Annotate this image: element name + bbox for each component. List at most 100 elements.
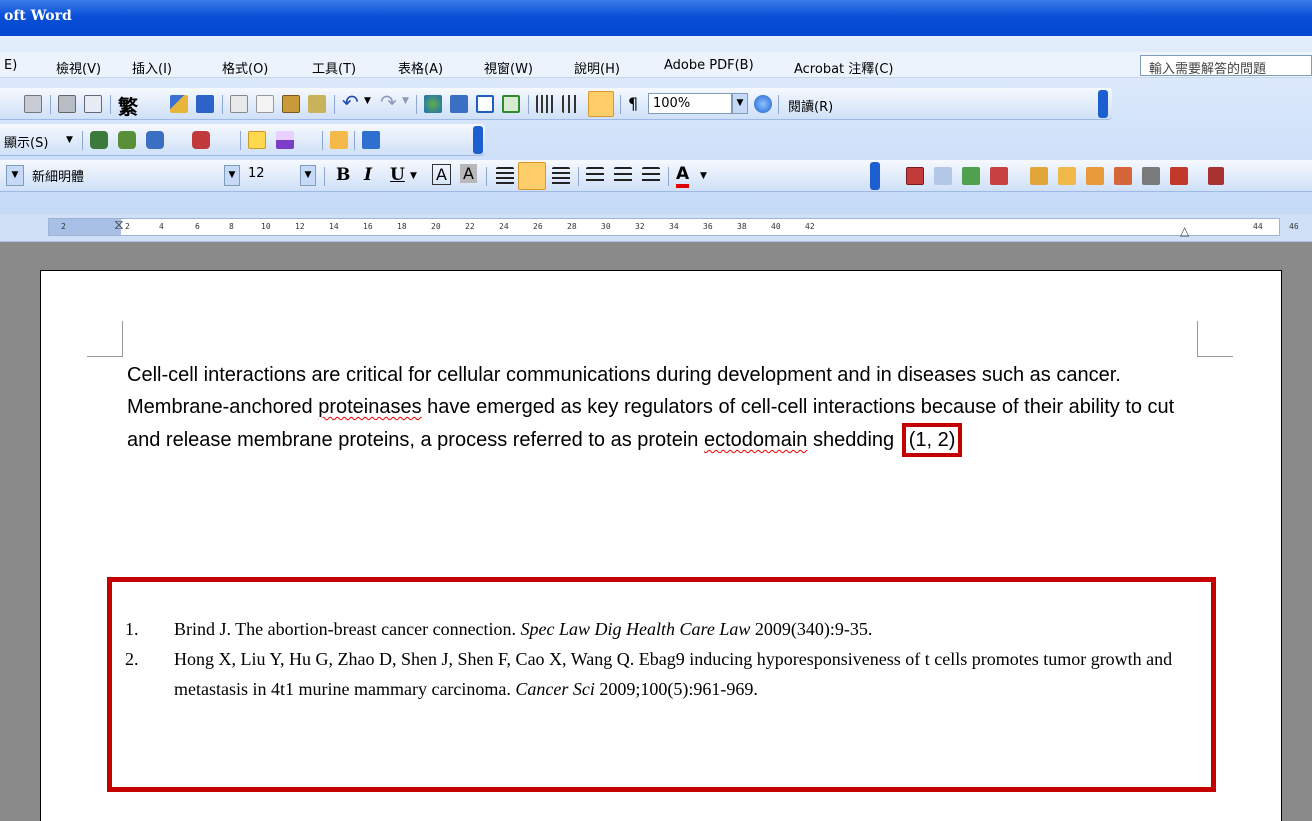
menu-table[interactable]: 表格(A): [398, 58, 443, 77]
more-tools-icon[interactable]: [1208, 167, 1224, 185]
toolbar-separator: [354, 131, 355, 150]
book-icon[interactable]: [1170, 167, 1188, 185]
italic-icon[interactable]: I: [364, 165, 372, 185]
ruler-tick: 14: [329, 222, 339, 231]
research-lookup-icon[interactable]: [934, 167, 952, 185]
style-dropdown-icon[interactable]: ▼: [6, 165, 24, 186]
right-indent-marker[interactable]: △: [1180, 224, 1189, 238]
drawing-icon[interactable]: [562, 95, 580, 113]
reference-item[interactable]: 2. Hong X, Liu Y, Hu G, Zhao D, Shen J, …: [121, 644, 1211, 704]
pdf-convert-icon[interactable]: [962, 167, 980, 185]
zoom-combo[interactable]: 100%: [648, 93, 732, 114]
hyperlink-icon[interactable]: [424, 95, 442, 113]
cut-icon[interactable]: [230, 95, 248, 113]
read-button[interactable]: 閱讀(R): [788, 96, 833, 115]
highlight-pen-icon[interactable]: [1114, 167, 1132, 185]
format-painter-icon[interactable]: [308, 95, 326, 113]
paste-icon[interactable]: [282, 95, 300, 113]
show-dropdown-icon[interactable]: ▼: [66, 135, 73, 145]
reference-text: 2009;100(5):961-969.: [594, 679, 758, 699]
reference-journal: Cancer Sci: [515, 679, 595, 699]
toolbar-options-icon[interactable]: [870, 162, 880, 190]
reference-item[interactable]: 1. Brind J. The abortion-breast cancer c…: [121, 614, 1211, 644]
help-icon[interactable]: [754, 95, 772, 113]
research-icon[interactable]: [196, 95, 214, 113]
bullets-icon[interactable]: [614, 167, 632, 185]
show-menu-button[interactable]: 顯示(S): [4, 132, 48, 151]
zoom-dropdown-icon[interactable]: ▼: [732, 93, 748, 114]
font-color-dropdown-icon[interactable]: ▼: [700, 171, 707, 181]
traditional-chinese-icon[interactable]: 繁: [118, 91, 138, 120]
help-search-input[interactable]: 輸入需要解答的問題: [1140, 55, 1312, 76]
folder-icon[interactable]: [1058, 167, 1076, 185]
reference-list[interactable]: 1. Brind J. The abortion-breast cancer c…: [121, 614, 1211, 704]
undo-icon[interactable]: ↶: [342, 90, 359, 114]
print-preview-icon[interactable]: [84, 95, 102, 113]
font-name-dropdown-icon[interactable]: ▼: [224, 165, 240, 186]
menu-insert[interactable]: 插入(I): [132, 58, 172, 77]
print-icon[interactable]: [58, 95, 76, 113]
copy-icon[interactable]: [256, 95, 274, 113]
scissors-icon[interactable]: [1142, 167, 1160, 185]
document-map-icon[interactable]: [588, 91, 614, 117]
font-size-dropdown-icon[interactable]: ▼: [300, 165, 316, 186]
highlight-icon[interactable]: [276, 131, 294, 149]
columns-icon[interactable]: [536, 95, 554, 113]
undo-dropdown-icon[interactable]: ▼: [364, 96, 371, 106]
numbering-icon[interactable]: [586, 167, 604, 185]
comment-icon[interactable]: [1030, 167, 1048, 185]
reject-change-icon[interactable]: [192, 131, 210, 149]
document-page[interactable]: Cell-cell interactions are critical for …: [40, 270, 1282, 821]
menu-tools[interactable]: 工具(T): [312, 58, 356, 77]
track-changes-icon[interactable]: [330, 131, 348, 149]
accept-change-icon[interactable]: [146, 131, 164, 149]
citation-highlight[interactable]: (1, 2): [901, 423, 963, 457]
align-center-icon[interactable]: [552, 167, 570, 185]
font-name-combo[interactable]: 新細明體: [32, 166, 84, 185]
font-size-combo[interactable]: 12: [248, 166, 265, 181]
font-color-icon[interactable]: A: [676, 164, 690, 188]
first-line-indent-marker[interactable]: ⧖: [114, 218, 124, 232]
menu-adobe-pdf[interactable]: Adobe PDF(B): [664, 58, 754, 73]
next-change-icon[interactable]: [118, 131, 136, 149]
bold-icon[interactable]: B: [336, 165, 350, 185]
spelling-icon[interactable]: [170, 95, 188, 113]
reviewing-pane-icon[interactable]: [362, 131, 380, 149]
menu-window[interactable]: 視窗(W): [484, 58, 533, 77]
insert-excel-icon[interactable]: [502, 95, 520, 113]
formatting-toolbar: ▼ 新細明體 ▼ 12 ▼ B I U ▼ A A A ▼: [0, 160, 1312, 192]
insert-table-icon[interactable]: [476, 95, 494, 113]
toolbar-options-icon[interactable]: [1098, 90, 1108, 118]
menu-acrobat-comments[interactable]: Acrobat 注釋(C): [794, 58, 894, 77]
permission-icon[interactable]: [24, 95, 42, 113]
menu-help[interactable]: 說明(H): [574, 58, 620, 77]
toolbar-options-icon[interactable]: [473, 126, 483, 154]
underline-dropdown-icon[interactable]: ▼: [410, 171, 417, 181]
toolbar-separator: [416, 95, 417, 114]
justify-icon[interactable]: [496, 167, 514, 185]
pen-note-icon[interactable]: [1086, 167, 1104, 185]
misspelled-word[interactable]: proteinases: [318, 396, 421, 418]
ruler-tick: 18: [397, 222, 407, 231]
translate-icon[interactable]: [906, 167, 924, 185]
tables-borders-icon[interactable]: [450, 95, 468, 113]
body-paragraph[interactable]: Cell-cell interactions are critical for …: [127, 359, 1192, 457]
previous-change-icon[interactable]: [90, 131, 108, 149]
underline-icon[interactable]: U: [390, 165, 405, 185]
menu-view[interactable]: 檢視(V): [56, 58, 101, 77]
redo-dropdown-icon[interactable]: ▼: [402, 96, 409, 106]
ruler-tick: 46: [1289, 222, 1299, 231]
horizontal-ruler[interactable]: 2 2 4 6 8 10 12 14 16 18 20 22 24 26 28 …: [0, 214, 1312, 242]
align-left-icon[interactable]: [518, 162, 546, 190]
new-comment-icon[interactable]: [248, 131, 266, 149]
misspelled-word[interactable]: ectodomain: [704, 429, 807, 451]
menu-format[interactable]: 格式(O): [222, 58, 268, 77]
standard-toolbar: 繁 ↶ ▼ ↷ ▼ ¶ 100% ▼ 閱讀(R): [0, 88, 1112, 120]
increase-indent-icon[interactable]: [642, 167, 660, 185]
show-hide-icon[interactable]: ¶: [628, 94, 638, 113]
menu-edit[interactable]: E): [4, 58, 17, 73]
pdf-mail-icon[interactable]: [990, 167, 1008, 185]
character-border-icon[interactable]: A: [432, 164, 451, 185]
character-shading-icon[interactable]: A: [460, 164, 477, 183]
redo-icon[interactable]: ↷: [380, 90, 397, 114]
